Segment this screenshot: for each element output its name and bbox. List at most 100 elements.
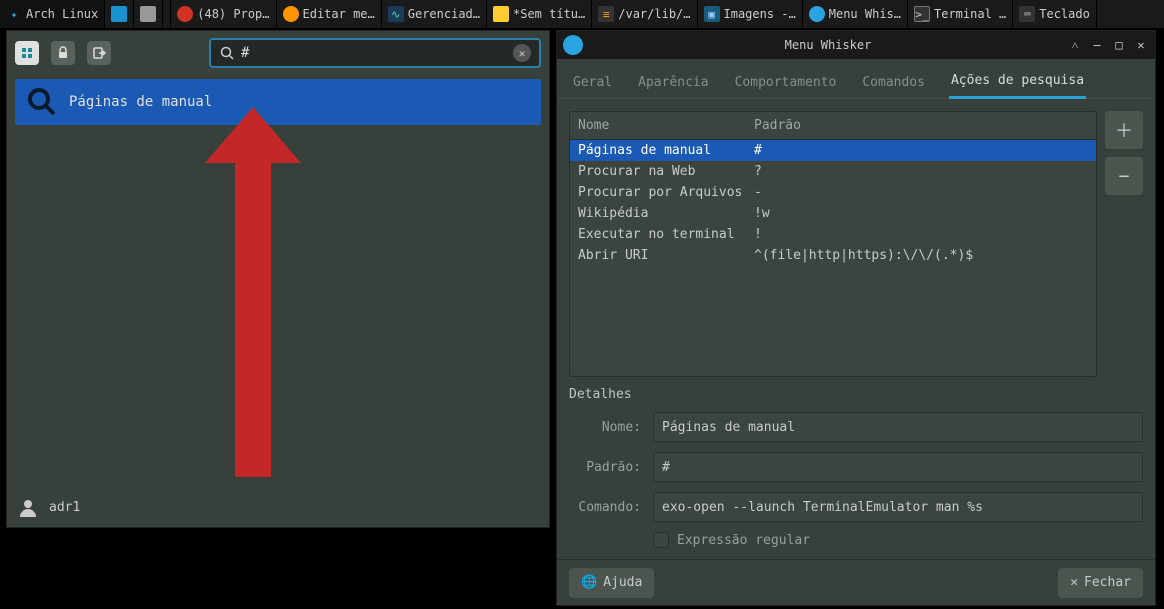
terminal-icon: >_ <box>914 6 930 22</box>
annotation-arrow <box>195 107 311 477</box>
taskbar-item-brave[interactable]: (48) Prop… <box>171 0 276 28</box>
close-icon: ✕ <box>1137 38 1144 52</box>
list-row[interactable]: Executar no terminal ! <box>570 224 1096 245</box>
list-row[interactable]: Páginas de manual # <box>570 140 1096 161</box>
row-name: Procurar por Arquivos <box>578 185 754 200</box>
list-header: Nome Padrão <box>570 112 1096 140</box>
help-icon: 🌐 <box>581 575 597 590</box>
tab-aparencia[interactable]: Aparência <box>636 67 710 98</box>
taskbar-label: Gerenciad… <box>408 7 480 21</box>
detail-name-label: Nome: <box>569 420 641 435</box>
row-pattern: - <box>754 185 1088 200</box>
help-label: Ajuda <box>603 575 642 590</box>
whisker-results: Páginas de manual <box>7 75 549 487</box>
whisker-footer: adr1 <box>7 487 549 527</box>
lock-button[interactable] <box>51 41 75 65</box>
row-pattern: ! <box>754 227 1088 242</box>
row-name: Wikipédia <box>578 206 754 221</box>
detail-pattern-input[interactable] <box>653 452 1143 482</box>
tab-comandos[interactable]: Comandos <box>860 67 927 98</box>
whisker-toolbar: ✕ <box>7 31 549 75</box>
dialog-title: Menu Whisker <box>589 38 1067 52</box>
pane-icon <box>140 6 156 22</box>
taskbar-item-sublime[interactable]: ≡ /var/lib/… <box>592 0 697 28</box>
list-row[interactable]: Procurar por Arquivos - <box>570 182 1096 203</box>
detail-name-input[interactable] <box>653 412 1143 442</box>
search-field[interactable]: ✕ <box>209 38 541 68</box>
tab-acoes-pesquisa[interactable]: Ações de pesquisa <box>949 65 1086 99</box>
close-icon: ✕ <box>1070 575 1078 590</box>
sublime-icon: ≡ <box>598 6 614 22</box>
search-icon <box>219 45 235 61</box>
taskbar-label: (48) Prop… <box>197 7 269 21</box>
notes-icon <box>493 6 509 22</box>
dialog-titlebar[interactable]: Menu Whisker ˄ — □ ✕ <box>557 31 1155 59</box>
close-button[interactable]: ✕ Fechar <box>1058 568 1143 598</box>
taskbar-item-firefox[interactable]: Editar me… <box>277 0 382 28</box>
row-pattern: !w <box>754 206 1088 221</box>
file-manager-icon <box>111 6 127 22</box>
settings-button[interactable] <box>15 41 39 65</box>
close-label: Fechar <box>1084 575 1131 590</box>
minus-icon: − <box>1119 166 1130 187</box>
taskbar-item-pane[interactable] <box>134 0 163 28</box>
column-pattern-header[interactable]: Padrão <box>754 118 1088 133</box>
regex-checkbox[interactable] <box>653 532 669 548</box>
images-icon: ▣ <box>704 6 720 22</box>
taskbar-item-keyboard[interactable]: ⌨ Teclado <box>1013 0 1097 28</box>
rollup-button[interactable]: ˄ <box>1067 37 1083 53</box>
add-action-button[interactable]: ＋ <box>1105 111 1143 149</box>
help-button[interactable]: 🌐 Ajuda <box>569 568 654 598</box>
row-pattern: ? <box>754 164 1088 179</box>
arch-icon: ✦ <box>6 6 22 22</box>
dialog-footer: 🌐 Ajuda ✕ Fechar <box>557 559 1155 605</box>
logout-icon <box>92 46 106 60</box>
taskbar-separator <box>163 0 171 28</box>
taskbar-label: Editar me… <box>303 7 375 21</box>
list-row[interactable]: Abrir URI ^(file|http|https):\/\/(.*)$ <box>570 245 1096 266</box>
dialog-tabs: Geral Aparência Comportamento Comandos A… <box>557 59 1155 99</box>
search-result-manpages[interactable]: Páginas de manual <box>15 79 541 125</box>
column-name-header[interactable]: Nome <box>578 118 754 133</box>
tab-content-search-actions: Nome Padrão Páginas de manual # Procurar… <box>557 99 1155 559</box>
lock-icon <box>56 46 70 60</box>
taskbar-label: Teclado <box>1039 7 1090 21</box>
regex-checkbox-label: Expressão regular <box>677 533 810 548</box>
minimize-button[interactable]: — <box>1089 37 1105 53</box>
remove-action-button[interactable]: − <box>1105 157 1143 195</box>
maximize-button[interactable]: □ <box>1111 37 1127 53</box>
taskbar-item-taskmanager[interactable]: ∿ Gerenciad… <box>382 0 487 28</box>
tab-comportamento[interactable]: Comportamento <box>733 67 839 98</box>
list-row[interactable]: Procurar na Web ? <box>570 161 1096 182</box>
taskbar-item-terminal[interactable]: >_ Terminal … <box>908 0 1013 28</box>
detail-command-input[interactable] <box>653 492 1143 522</box>
row-pattern: ^(file|http|https):\/\/(.*)$ <box>754 248 1088 263</box>
search-input[interactable] <box>241 45 507 61</box>
plus-icon: ＋ <box>1115 117 1133 143</box>
taskbar-label: Terminal … <box>934 7 1006 21</box>
firefox-icon <box>283 6 299 22</box>
settings-icon <box>19 45 35 61</box>
taskbar-item-archlinux[interactable]: ✦ Arch Linux <box>0 0 105 28</box>
search-clear-button[interactable]: ✕ <box>513 44 531 62</box>
detail-command-label: Comando: <box>569 500 641 515</box>
search-actions-list[interactable]: Nome Padrão Páginas de manual # Procurar… <box>569 111 1097 377</box>
taskbar-item-notes[interactable]: *Sem títu… <box>487 0 592 28</box>
taskbar-item-filemanager[interactable] <box>105 0 134 28</box>
list-row[interactable]: Wikipédia !w <box>570 203 1096 224</box>
row-name: Executar no terminal <box>578 227 754 242</box>
tab-geral[interactable]: Geral <box>571 67 614 98</box>
whisker-app-icon <box>563 35 583 55</box>
close-icon: ✕ <box>519 47 526 60</box>
row-name: Abrir URI <box>578 248 754 263</box>
taskbar-item-whisker[interactable]: Menu Whis… <box>803 0 908 28</box>
whisker-settings-dialog: Menu Whisker ˄ — □ ✕ Geral Aparência Com… <box>556 30 1156 606</box>
taskbar-label: *Sem títu… <box>513 7 585 21</box>
chevron-up-icon: ˄ <box>1072 38 1079 53</box>
result-label: Páginas de manual <box>69 94 212 110</box>
close-window-button[interactable]: ✕ <box>1133 37 1149 53</box>
brave-icon <box>177 6 193 22</box>
logout-button[interactable] <box>87 41 111 65</box>
whisker-menu-icon <box>809 6 825 22</box>
taskbar-item-images[interactable]: ▣ Imagens -… <box>698 0 803 28</box>
